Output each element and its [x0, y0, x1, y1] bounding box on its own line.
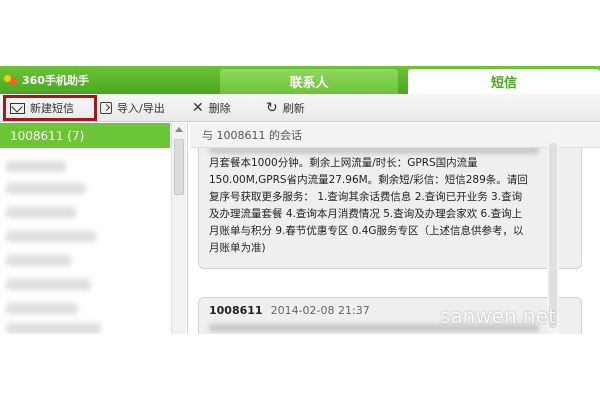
contact-list: 1008611 (7): [0, 123, 188, 334]
message-line: 月套餐本1000分钟。剩余上网流量/时长：GPRS国内流量: [209, 157, 478, 169]
tab-contacts[interactable]: 联系人: [220, 69, 398, 94]
message-line: 150.00M,GPRS省内流量27.96M。剩余短/彩信：短信289条。请回: [209, 174, 528, 186]
contact-item[interactable]: [6, 183, 86, 194]
app-title: 360手机助手: [4, 72, 89, 88]
contact-item-selected[interactable]: 1008611 (7): [0, 123, 170, 148]
mail-icon: [10, 102, 25, 114]
arrow-up-icon[interactable]: [175, 127, 183, 132]
new-sms-label: 新建短信: [30, 102, 74, 115]
message-line: 月账单与积分 9.春节优惠专区 0.4G服务专区（上述信息供参考，以: [209, 225, 524, 237]
message-line: 复序号获取更多服务： 1.查询其余话费信息 2.查询已开业务 3.查询: [209, 191, 523, 203]
close-icon: ✕: [192, 100, 204, 116]
app-title-text: 360手机助手: [22, 74, 89, 87]
toolbar: 新建短信 导入/导出 ✕ 删除 ↻ 刷新: [0, 94, 600, 122]
import-export-label: 导入/导出: [117, 102, 165, 115]
title-bar: 360手机助手 联系人 短信: [0, 66, 600, 94]
tab-sms[interactable]: 短信: [408, 69, 600, 94]
conversation-scroll-thumb[interactable]: [549, 143, 557, 328]
refresh-label: 刷新: [282, 102, 305, 115]
contact-item[interactable]: [6, 323, 101, 334]
sidebar-scroll-thumb[interactable]: [174, 139, 184, 195]
conversation-pane: 月套餐本1000分钟。剩余上网流量/时长：GPRS国内流量 150.00M,GP…: [190, 123, 600, 334]
message-sender: 1008611: [209, 304, 263, 317]
refresh-button[interactable]: ↻ 刷新: [266, 99, 305, 117]
message-line: 月账单为准): [209, 242, 266, 254]
contact-item[interactable]: [6, 161, 66, 172]
delete-button[interactable]: ✕ 删除: [192, 99, 231, 117]
message-line: 及办理流量套餐 4.查询本月消费情况 5.查询及办理会家欢 6.查询上: [209, 208, 523, 220]
contact-item[interactable]: [6, 207, 76, 218]
import-export-button[interactable]: 导入/导出: [100, 99, 165, 117]
watermark: sanwen.net: [440, 304, 556, 328]
app-logo-icon: [4, 73, 18, 87]
sidebar-scrollbar[interactable]: [171, 123, 186, 334]
contact-item[interactable]: [6, 231, 96, 242]
delete-label: 删除: [208, 102, 231, 115]
new-sms-button[interactable]: 新建短信: [3, 95, 97, 121]
conversation-scrollbar[interactable]: [547, 123, 559, 334]
contact-item[interactable]: [6, 303, 78, 314]
message-bubble: 月套餐本1000分钟。剩余上网流量/时长：GPRS国内流量 150.00M,GP…: [198, 139, 582, 269]
app-window: 360手机助手 联系人 短信 新建短信 导入/导出 ✕ 删除 ↻ 刷新 1008…: [0, 66, 600, 334]
refresh-icon: ↻: [266, 100, 278, 116]
import-export-icon: [100, 102, 112, 114]
message-date: 2014-02-08 21:37: [270, 304, 370, 317]
contact-item[interactable]: [6, 279, 91, 290]
conversation-header: 与 1008611 的会话: [190, 123, 600, 148]
contact-item[interactable]: [6, 255, 71, 266]
